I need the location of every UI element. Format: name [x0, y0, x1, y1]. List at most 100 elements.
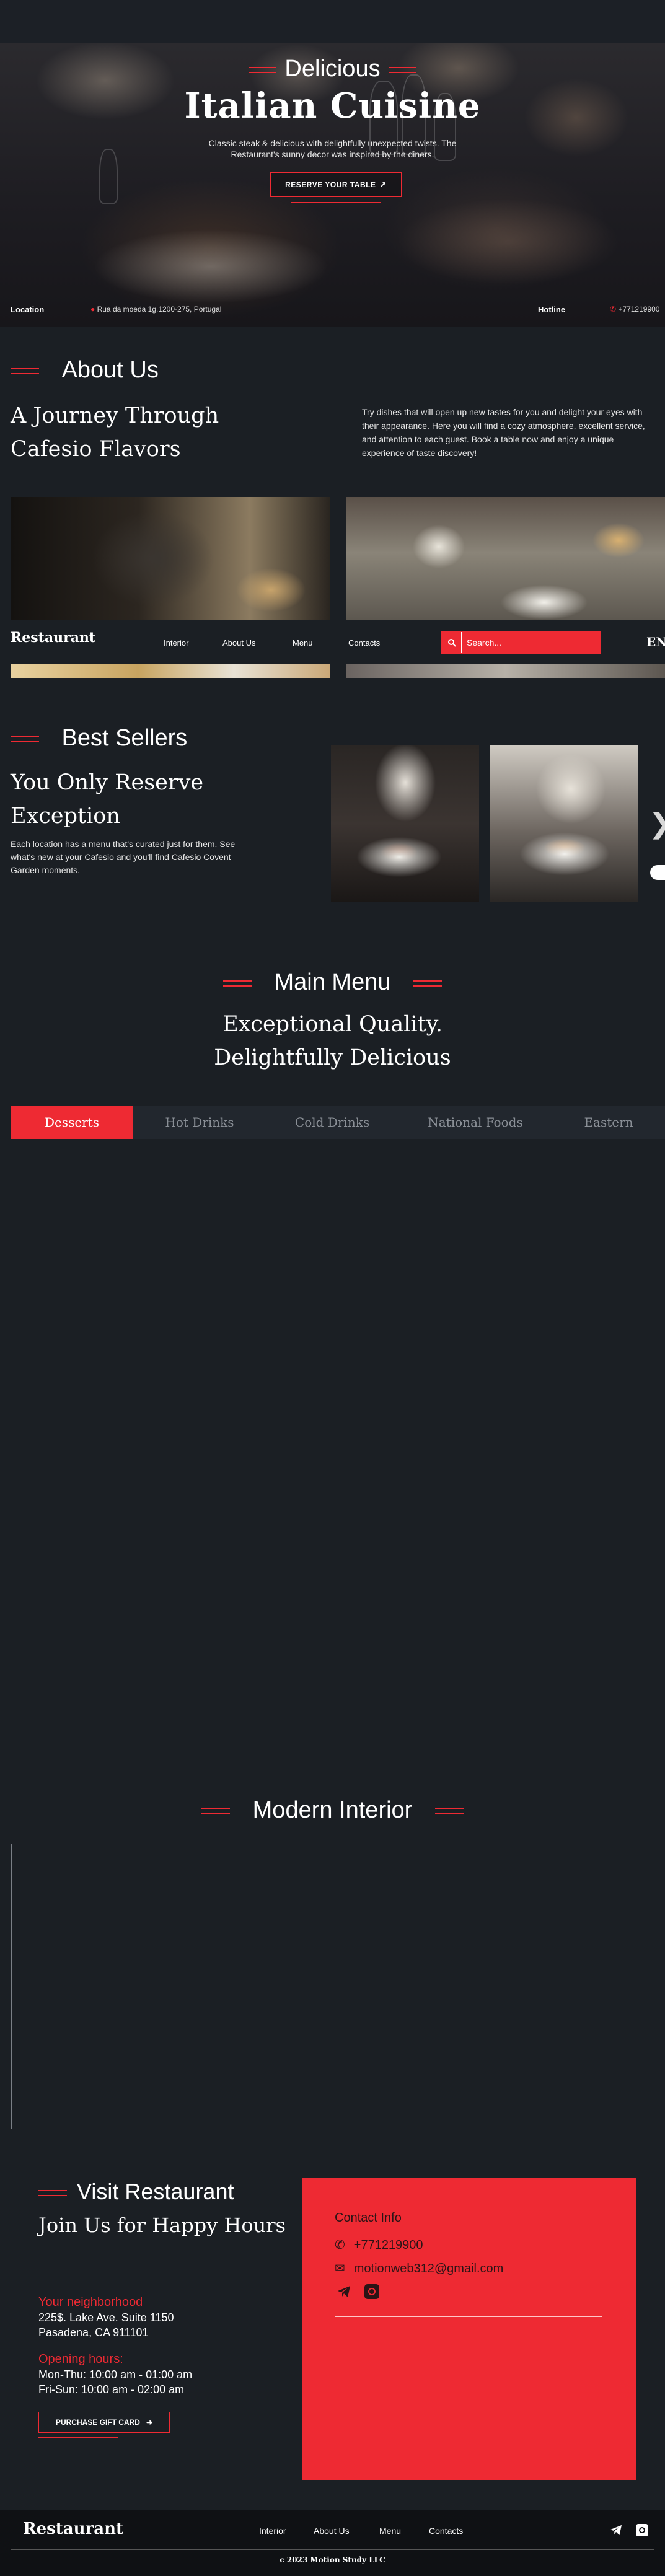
instagram-icon[interactable] [364, 2284, 379, 2299]
tab-desserts[interactable]: Desserts [11, 1106, 133, 1139]
decor-line [11, 367, 39, 374]
main-menu-heading: Main Menu [0, 969, 665, 996]
tab-hot-drinks[interactable]: Hot Drinks [133, 1106, 266, 1139]
chef-cooking-photo [11, 497, 330, 621]
menu-subtitle-line: Delightfully Delicious [214, 1045, 451, 1070]
reserve-table-label: RESERVE YOUR TABLE [285, 180, 376, 189]
tab-national-foods[interactable]: National Foods [399, 1106, 552, 1139]
nav-link-menu[interactable]: Menu [293, 638, 313, 648]
chevron-right-icon[interactable]: ❯ [649, 808, 665, 840]
location-value: ● Rua da moeda 1g,1200-275, Portugal [90, 305, 221, 314]
hours-line: Fri-Sun: 10:00 am - 02:00 am [38, 2383, 185, 2396]
language-switcher[interactable]: EN [646, 635, 665, 649]
hotline-value[interactable]: ✆ +771219900 [610, 305, 659, 314]
telegram-icon[interactable] [337, 2285, 351, 2301]
about-text: Try dishes that will open up new tastes … [362, 407, 645, 458]
tab-eastern[interactable]: Eastern [552, 1106, 665, 1139]
gift-card-label: PURCHASE GIFT CARD [55, 2418, 140, 2427]
main-menu-heading-text: Main Menu [274, 969, 391, 995]
search-box [441, 631, 601, 654]
hotline-text: +771219900 [618, 305, 660, 314]
instagram-icon[interactable] [636, 2524, 648, 2536]
best-title-line: Exception [11, 804, 120, 829]
decor-line [11, 736, 39, 742]
best-sellers-heading: Best Sellers [11, 725, 187, 752]
best-title-line: You Only Reserve [11, 770, 204, 795]
phone-icon: ✆ [335, 2238, 345, 2252]
chat-widget-button[interactable] [650, 865, 665, 880]
decor-line [249, 66, 276, 73]
map-embed[interactable] [335, 2316, 602, 2446]
dish-photo[interactable] [490, 745, 638, 902]
footer-link-interior[interactable]: Interior [259, 2526, 286, 2536]
footer-logo[interactable]: Restaurant [23, 2520, 123, 2538]
hours-label: Opening hours: [38, 2352, 123, 2366]
about-heading-text: About Us [61, 357, 159, 383]
copyright: c 2023 Motion Study LLC [280, 2556, 385, 2564]
dish-photo[interactable] [331, 745, 479, 902]
about-title: A Journey Through Cafesio Flavors [11, 399, 219, 466]
decor-line [201, 1808, 231, 1814]
hours-line: Mon-Thu: 10:00 am - 01:00 am [38, 2368, 193, 2381]
contact-phone-text: +771219900 [353, 2238, 423, 2252]
visit-heading: Visit Restaurant [38, 2179, 234, 2205]
footer-link-contacts[interactable]: Contacts [429, 2526, 463, 2536]
neighborhood-label: Your neighborhood [38, 2295, 143, 2309]
address-line: Pasadena, CA 911101 [38, 2326, 149, 2339]
about-title-line: Cafesio Flavors [11, 437, 181, 462]
visit-heading-text: Visit Restaurant [77, 2179, 234, 2204]
decor-line [434, 1808, 464, 1814]
nav-link-contacts[interactable]: Contacts [348, 638, 380, 648]
contact-phone[interactable]: ✆ +771219900 [335, 2237, 423, 2253]
telegram-icon[interactable] [610, 2525, 622, 2539]
button-underline [291, 202, 381, 203]
gallery-scroll-line [11, 1844, 12, 2129]
hero-kicker: Delicious [0, 56, 665, 82]
food-photo [11, 664, 330, 678]
visit-title: Join Us for Happy Hours [38, 2213, 286, 2237]
main-menu-subtitle: Exceptional Quality. Delightfully Delici… [0, 1008, 665, 1075]
address-line: 225$. Lake Ave. Suite 1150 [38, 2311, 174, 2324]
site-logo[interactable]: Restaurant [11, 630, 95, 646]
arrow-up-right-icon: ↗ [379, 180, 387, 189]
best-sellers-title: You Only Reserve Exception [11, 766, 203, 833]
about-heading: About Us [11, 357, 159, 384]
top-bar [0, 0, 665, 43]
search-icon [448, 639, 456, 647]
interior-heading-text: Modern Interior [252, 1797, 413, 1823]
nav-link-interior[interactable]: Interior [164, 638, 188, 648]
nav-link-about[interactable]: About Us [222, 638, 255, 648]
search-input[interactable] [461, 632, 600, 653]
mail-icon: ✉ [335, 2262, 345, 2275]
button-underline [38, 2437, 118, 2438]
interior-heading: Modern Interior [0, 1797, 665, 1824]
menu-tabs: Desserts Hot Drinks Cold Drinks National… [11, 1106, 665, 1139]
best-sellers-text: Each location has a menu that's curated … [11, 839, 236, 875]
contact-email-text: motionweb312@gmail.com [353, 2262, 504, 2275]
search-button[interactable] [443, 632, 461, 653]
location-text: Rua da moeda 1g,1200-275, Portugal [97, 305, 222, 314]
arrow-right-icon: ➜ [146, 2418, 153, 2427]
food-photo [346, 664, 665, 678]
dining-table-photo [346, 497, 665, 621]
footer-link-menu[interactable]: Menu [379, 2526, 401, 2536]
hero-kicker-text: Delicious [284, 56, 381, 82]
best-sellers-heading-text: Best Sellers [61, 725, 188, 751]
about-title-line: A Journey Through [11, 403, 219, 428]
location-label: Location [11, 305, 45, 314]
menu-subtitle-line: Exceptional Quality. [222, 1012, 443, 1037]
footer-divider [11, 2549, 654, 2550]
address: 225$. Lake Ave. Suite 1150 Pasadena, CA … [38, 2310, 174, 2340]
decor-line [38, 2190, 67, 2197]
contact-title: Contact Info [335, 2211, 402, 2225]
phone-icon: ✆ [610, 305, 617, 314]
footer-link-about[interactable]: About Us [314, 2526, 350, 2536]
reserve-table-button[interactable]: RESERVE YOUR TABLE ↗ [270, 172, 402, 197]
contact-email[interactable]: ✉ motionweb312@gmail.com [335, 2261, 503, 2276]
purchase-gift-card-button[interactable]: PURCHASE GIFT CARD ➜ [38, 2412, 170, 2433]
tab-cold-drinks[interactable]: Cold Drinks [266, 1106, 399, 1139]
opening-hours: Mon-Thu: 10:00 am - 01:00 am Fri-Sun: 10… [38, 2367, 192, 2397]
hotline-label: Hotline [538, 305, 566, 314]
hero-title: Italian Cuisine [184, 86, 481, 126]
hero-description: Classic steak & delicious with delightfu… [208, 138, 457, 159]
